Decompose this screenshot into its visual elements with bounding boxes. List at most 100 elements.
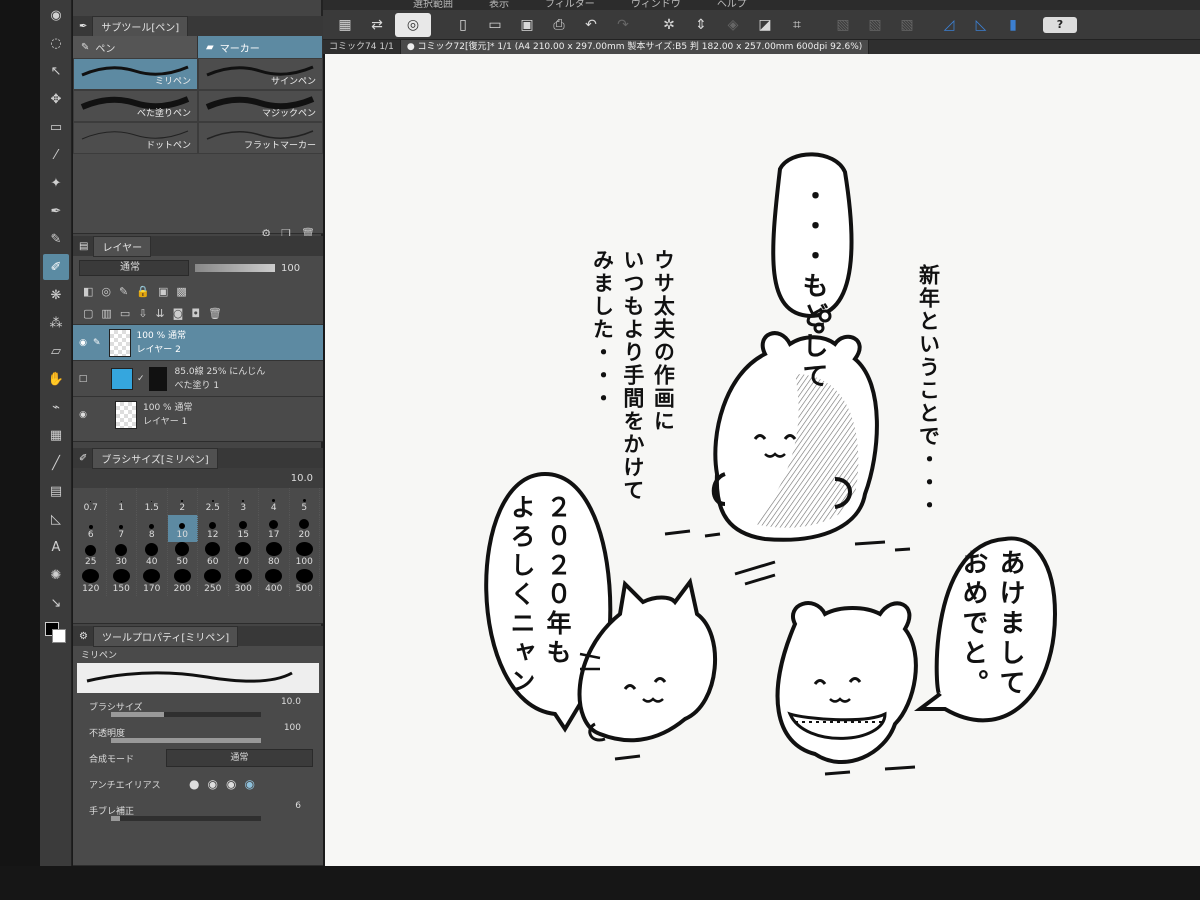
print-icon[interactable]: ⎙	[545, 13, 573, 37]
pencil-tool-icon[interactable]: ✎	[43, 226, 69, 252]
brush-size-option[interactable]: 1	[107, 488, 137, 515]
doc-tab-comic72[interactable]: ● コミック72[復元]* 1/1 (A4 210.00 x 297.00mm …	[400, 40, 870, 54]
pen-tool-icon[interactable]: ✒	[43, 198, 69, 224]
brush-size-option[interactable]: 17	[259, 515, 290, 542]
opacity-slider[interactable]	[111, 738, 261, 743]
brush-size-option[interactable]: 4	[259, 488, 290, 515]
brush-size-option[interactable]: 60	[198, 542, 229, 569]
menu-filter[interactable]: フィルター	[545, 0, 595, 10]
auto-select-icon[interactable]: ✦	[43, 170, 69, 196]
prop-opacity[interactable]: 不透明度 100	[73, 719, 323, 745]
transform-icon[interactable]: ⌗	[783, 13, 811, 37]
balloon-icon[interactable]: ✺	[43, 562, 69, 588]
menu-help[interactable]: ヘルプ	[717, 0, 747, 10]
decoration-icon[interactable]: ⁂	[43, 310, 69, 336]
brush-size-option[interactable]: 2	[168, 488, 198, 515]
brush-size-option[interactable]: 300	[229, 569, 259, 596]
brush-tool-icon[interactable]: ✐	[43, 254, 69, 280]
brush-size-option[interactable]: 170	[137, 569, 168, 596]
brush-size-option[interactable]: 80	[259, 542, 290, 569]
drawing-canvas[interactable]: 新年ということで・・・ ウサ太夫の作画に いつもより手間をかけて みました・・・…	[325, 54, 1200, 866]
reference-icon[interactable]: ◎	[101, 285, 111, 298]
operation-icon[interactable]: ↖	[43, 58, 69, 84]
undo-icon[interactable]: ↶	[577, 13, 605, 37]
antialias-none-icon[interactable]: ●	[189, 777, 199, 791]
brush-size-option[interactable]: 25	[76, 542, 107, 569]
tab-marker[interactable]: ▰ マーカー	[198, 36, 323, 58]
brush-size-option[interactable]: 3	[229, 488, 259, 515]
brush-sign-pen[interactable]: サインペン	[198, 58, 323, 90]
eyedropper-icon[interactable]: ⁄	[43, 142, 69, 168]
blend-mode-select[interactable]: 通常	[79, 260, 189, 276]
brush-size-option[interactable]: 20	[290, 515, 320, 542]
brush-size-option[interactable]: 0.7	[76, 488, 107, 515]
brush-size-option[interactable]: 2.5	[198, 488, 229, 515]
open-file-icon[interactable]: ▭	[481, 13, 509, 37]
visibility-eye-icon[interactable]: ◉	[73, 410, 93, 420]
menu-window[interactable]: ウィンドウ	[631, 0, 681, 10]
lock-transparent-icon[interactable]: ▣	[158, 285, 168, 298]
move-icon[interactable]: ◌	[43, 30, 69, 56]
mask-icon[interactable]: ▩	[176, 285, 186, 298]
airbrush-icon[interactable]: ❋	[43, 282, 69, 308]
gradient-icon[interactable]: ▦	[43, 422, 69, 448]
layer-row[interactable]: ◉ ✎ 100 % 通常 レイヤー 2	[73, 324, 323, 360]
stepper-icon[interactable]: ⇕	[687, 13, 715, 37]
brush-dot-pen[interactable]: ドットペン	[73, 122, 198, 154]
hide-outside-icon[interactable]: ▧	[829, 13, 857, 37]
app-logo-icon[interactable]: ◎	[395, 12, 431, 37]
draft-icon[interactable]: ✎	[119, 285, 128, 298]
clip-icon[interactable]: ◧	[83, 285, 93, 298]
brush-flat-marker[interactable]: フラットマーカー	[198, 122, 323, 154]
move-layer-icon[interactable]: ✥	[43, 86, 69, 112]
brush-size-option[interactable]: 70	[229, 542, 259, 569]
brush-size-slider[interactable]	[111, 712, 261, 717]
blend-mode-dropdown[interactable]: 通常	[165, 749, 313, 767]
apply-mask-icon[interactable]: ◘	[191, 307, 200, 320]
selection-icon[interactable]: ▭	[43, 114, 69, 140]
snap-grid-icon[interactable]: ▧	[893, 13, 921, 37]
brush-size-option[interactable]: 250	[198, 569, 229, 596]
prop-stabilization[interactable]: 手ブレ補正 6	[73, 797, 323, 823]
fill-area-icon[interactable]: ◈	[719, 13, 747, 37]
eraser-icon[interactable]: ▱	[43, 338, 69, 364]
delete-layer-icon[interactable]: 🗑	[208, 307, 222, 320]
redo-icon[interactable]: ↷	[609, 13, 637, 37]
tool-property-title[interactable]: ツールプロパティ[ミリペン]	[92, 625, 239, 647]
brush-size-option[interactable]: 100	[290, 542, 320, 569]
brush-size-option[interactable]: 150	[107, 569, 137, 596]
antialias-medium-icon[interactable]: ◉	[226, 777, 236, 791]
brush-size-option[interactable]: 1.5	[137, 488, 168, 515]
snap-special-ruler-icon[interactable]: ◿	[935, 13, 963, 37]
stabilization-slider[interactable]	[111, 816, 261, 821]
brush-fill-pen[interactable]: べた塗りペン	[73, 90, 198, 122]
doc-tab-comic74[interactable]: コミック74 1/1	[323, 40, 401, 54]
subtool-title[interactable]: サブツール[ペン]	[92, 15, 189, 37]
color-swatch[interactable]	[45, 622, 67, 644]
brush-size-option[interactable]: 50	[168, 542, 198, 569]
mask-create-icon[interactable]: ◙	[173, 307, 184, 320]
opacity-slider[interactable]	[195, 264, 275, 272]
blend-icon[interactable]: ✋	[43, 366, 69, 392]
help-icon[interactable]: ?	[1043, 16, 1077, 33]
background-color[interactable]	[52, 629, 66, 643]
ruler-icon[interactable]: ◺	[43, 506, 69, 532]
brush-size-option[interactable]: 12	[198, 515, 229, 542]
brush-size-option[interactable]: 8	[137, 515, 168, 542]
snap-perspective-icon[interactable]: ◺	[967, 13, 995, 37]
brush-milli-pen[interactable]: ミリペン	[73, 58, 198, 90]
brush-size-option[interactable]: 200	[168, 569, 198, 596]
menu-selection[interactable]: 選択範囲	[413, 0, 453, 10]
fill-icon[interactable]: ⌁	[43, 394, 69, 420]
grid-menu-icon[interactable]: ▦	[331, 13, 359, 37]
combine-down-icon[interactable]: ⇊	[155, 307, 164, 320]
brush-magic-pen[interactable]: マジックペン	[198, 90, 323, 122]
brush-size-option[interactable]: 500	[290, 569, 320, 596]
brush-size-option[interactable]: 15	[229, 515, 259, 542]
brush-size-title[interactable]: ブラシサイズ[ミリペン]	[92, 447, 218, 469]
brush-size-option[interactable]: 7	[107, 515, 137, 542]
clear-icon[interactable]: ◪	[751, 13, 779, 37]
layer-row[interactable]: ◉ 100 % 通常 レイヤー 1	[73, 396, 323, 432]
figure-icon[interactable]: ╱	[43, 450, 69, 476]
transfer-down-icon[interactable]: ⇩	[138, 307, 147, 320]
